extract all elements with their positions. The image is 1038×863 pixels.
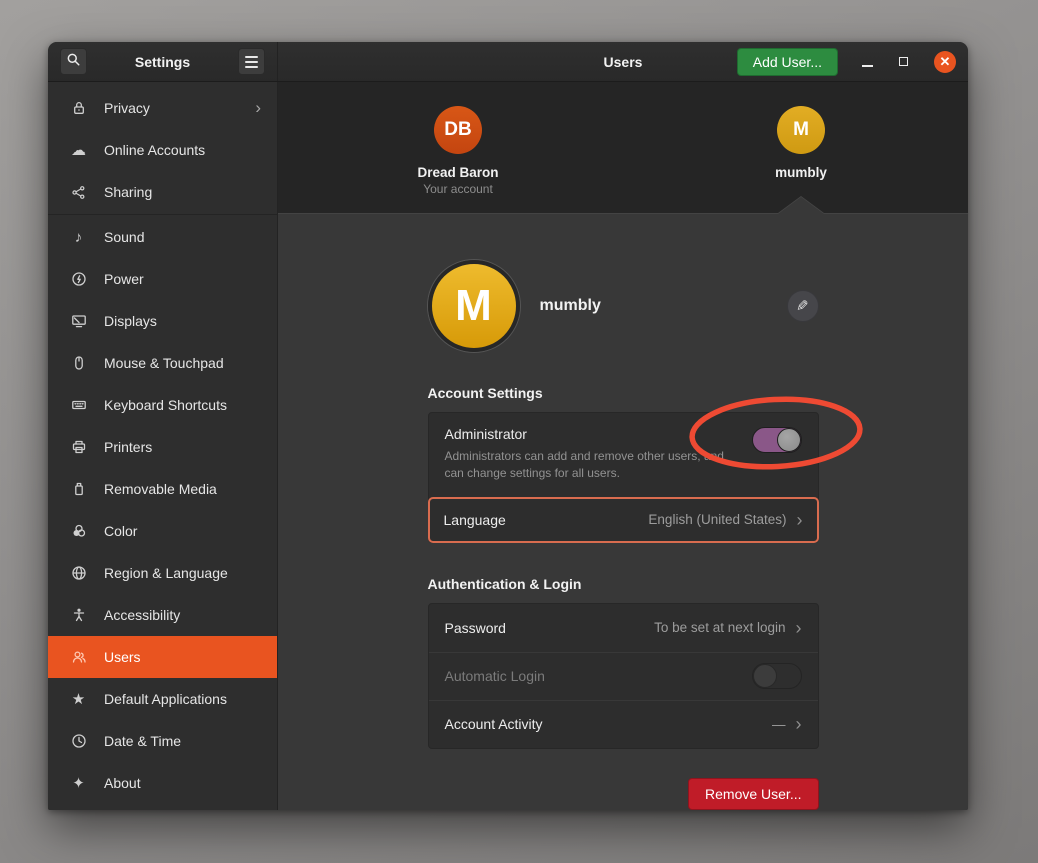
account-name: Dread Baron [378, 165, 538, 180]
sidebar-item-color[interactable]: Color [48, 510, 277, 552]
primary-menu-button[interactable] [238, 48, 265, 75]
music-note-icon: ♪ [70, 229, 87, 246]
sidebar-item-removable-media[interactable]: Removable Media [48, 468, 277, 510]
search-icon [66, 52, 81, 72]
automatic-login-label: Automatic Login [445, 668, 545, 684]
password-row[interactable]: Password To be set at next login › [429, 604, 818, 652]
sidebar-item-default-applications[interactable]: ★ Default Applications [48, 678, 277, 720]
profile-avatar[interactable]: M [428, 260, 520, 352]
automatic-login-row: Automatic Login [429, 652, 818, 700]
sidebar-item-privacy[interactable]: Privacy › [48, 87, 277, 129]
toggle-knob [753, 664, 777, 688]
window-body: Privacy › ☁ Online Accounts Sharing ♪ So… [48, 82, 968, 810]
window-controls: ✕ [862, 51, 956, 73]
printer-icon [70, 439, 87, 456]
administrator-row: Administrator Administrators can add and… [429, 413, 818, 497]
sidebar-item-accessibility[interactable]: Accessibility [48, 594, 277, 636]
headerbar: Settings Users Add User... ✕ [48, 42, 968, 82]
sidebar-item-displays[interactable]: Displays [48, 300, 277, 342]
language-label: Language [444, 512, 506, 528]
automatic-login-toggle[interactable] [752, 663, 802, 689]
cloud-icon: ☁ [70, 142, 87, 159]
administrator-toggle[interactable] [752, 427, 802, 453]
sidebar-item-mouse-touchpad[interactable]: Mouse & Touchpad [48, 342, 277, 384]
password-label: Password [445, 620, 506, 636]
chevron-right-icon: › [255, 98, 261, 118]
sidebar-item-region-language[interactable]: Region & Language [48, 552, 277, 594]
star-icon: ★ [70, 691, 87, 708]
account-mumbly[interactable]: M mumbly [721, 106, 881, 180]
lock-icon [70, 100, 87, 117]
account-activity-label: Account Activity [445, 716, 543, 732]
profile-header: M mumbly ✎ [428, 260, 819, 352]
headerbar-sidebar-section: Settings [48, 42, 278, 81]
language-row[interactable]: Language English (United States) › [428, 497, 819, 543]
minimize-icon[interactable] [862, 65, 873, 67]
selected-account-pointer [778, 197, 824, 214]
language-value: English (United States) [648, 512, 786, 527]
pencil-icon: ✎ [796, 297, 809, 315]
users-panel: DB Dread Baron Your account M mumbly M [278, 82, 968, 810]
sidebar-divider [48, 214, 277, 215]
sidebar-item-about[interactable]: ✦ About [48, 762, 277, 804]
sidebar-item-users[interactable]: Users [48, 636, 277, 678]
avatar[interactable]: M [777, 106, 825, 154]
sidebar: Privacy › ☁ Online Accounts Sharing ♪ So… [48, 82, 278, 810]
desktop: Settings Users Add User... ✕ [0, 0, 1038, 863]
sidebar-item-sound[interactable]: ♪ Sound [48, 216, 277, 258]
account-settings-card: Administrator Administrators can add and… [428, 412, 819, 543]
account-name: mumbly [721, 165, 881, 180]
close-icon[interactable]: ✕ [934, 51, 956, 73]
chevron-right-icon: › [796, 619, 802, 637]
toggle-knob [777, 428, 801, 452]
maximize-icon[interactable] [899, 57, 908, 66]
account-activity-row[interactable]: Account Activity — › [429, 700, 818, 748]
administrator-label: Administrator [445, 426, 802, 442]
color-circles-icon [70, 523, 87, 540]
users-icon [70, 649, 87, 666]
password-value: To be set at next login [654, 620, 785, 635]
display-icon [70, 313, 87, 330]
mouse-icon [70, 355, 87, 372]
sidebar-item-sharing[interactable]: Sharing [48, 171, 277, 213]
account-dread-baron[interactable]: DB Dread Baron Your account [378, 106, 538, 196]
share-icon [70, 184, 87, 201]
administrator-description: Administrators can add and remove other … [445, 448, 745, 483]
hamburger-icon [245, 56, 258, 58]
rename-user-button[interactable]: ✎ [787, 290, 819, 322]
headerbar-main-section: Users Add User... ✕ [278, 42, 968, 81]
account-settings-heading: Account Settings [428, 385, 819, 401]
search-button[interactable] [60, 48, 87, 75]
sidebar-item-online-accounts[interactable]: ☁ Online Accounts [48, 129, 277, 171]
account-activity-value: — [772, 717, 786, 732]
auth-login-heading: Authentication & Login [428, 576, 819, 592]
auth-login-card: Password To be set at next login › Autom… [428, 603, 819, 749]
sidebar-item-keyboard-shortcuts[interactable]: Keyboard Shortcuts [48, 384, 277, 426]
sparkle-icon: ✦ [70, 775, 87, 792]
chevron-right-icon: › [797, 511, 803, 529]
sidebar-item-date-time[interactable]: Date & Time [48, 720, 277, 762]
chevron-right-icon: › [796, 715, 802, 733]
keyboard-icon [70, 397, 87, 414]
sidebar-item-printers[interactable]: Printers [48, 426, 277, 468]
globe-icon [70, 565, 87, 582]
profile-username: mumbly [540, 297, 601, 315]
user-detail-panel: M mumbly ✎ Account Settings Administrato… [278, 213, 968, 810]
remove-user-button[interactable]: Remove User... [688, 778, 818, 810]
add-user-button[interactable]: Add User... [737, 48, 838, 76]
accessibility-icon [70, 607, 87, 624]
user-carousel: DB Dread Baron Your account M mumbly [278, 82, 968, 213]
settings-window: Settings Users Add User... ✕ [48, 42, 968, 810]
clock-icon [70, 733, 87, 750]
sidebar-item-power[interactable]: Power [48, 258, 277, 300]
account-subtitle: Your account [378, 182, 538, 196]
flash-drive-icon [70, 481, 87, 498]
power-icon [70, 271, 87, 288]
avatar[interactable]: DB [434, 106, 482, 154]
